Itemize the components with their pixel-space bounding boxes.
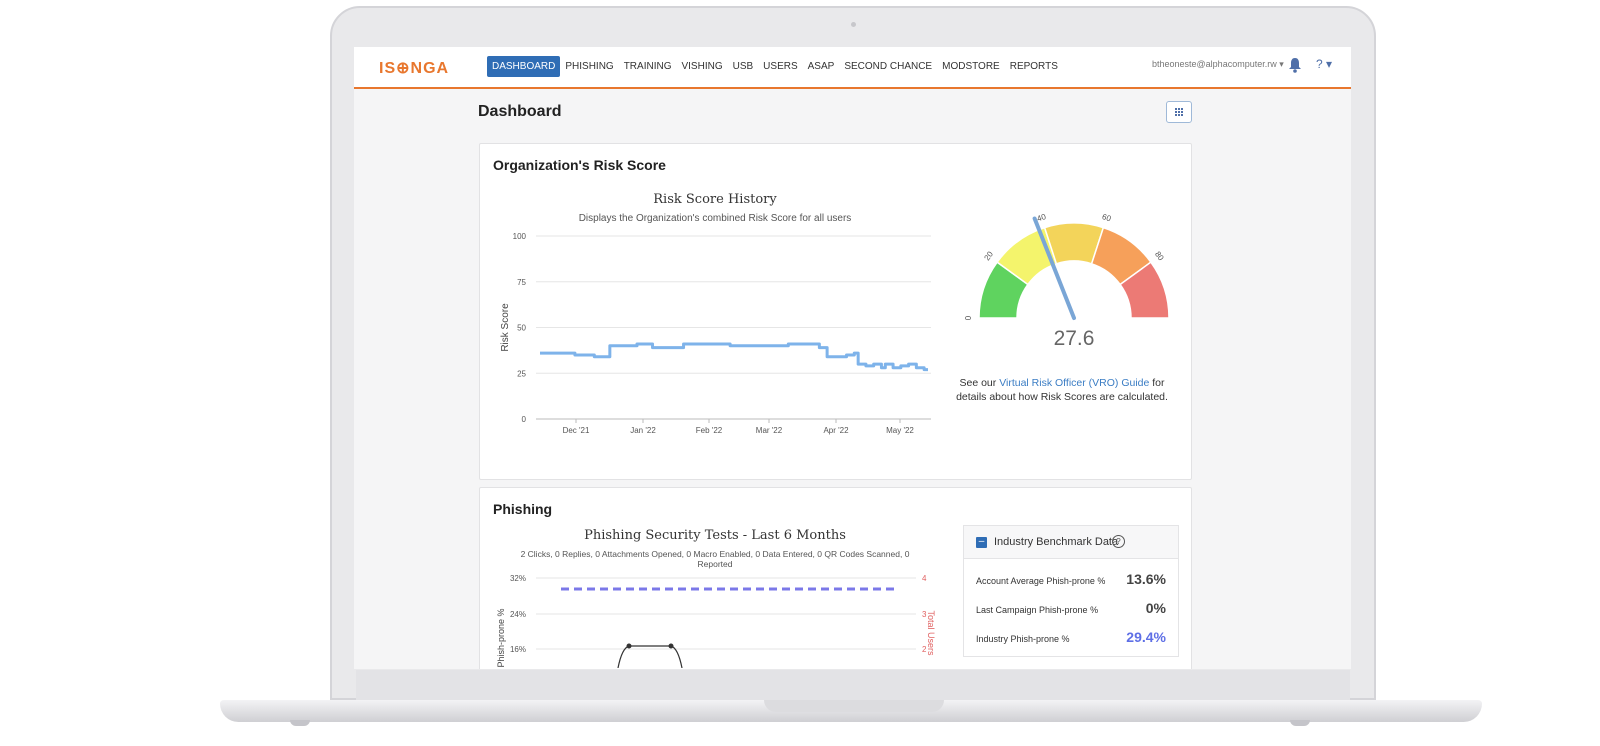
y-axis-label: Risk Score: [500, 303, 511, 352]
risk-score-card: Organization's Risk Score Risk Score His…: [479, 143, 1192, 480]
data-point: [626, 643, 632, 649]
benchmark-row: Industry Phish-prone % 29.4%: [976, 629, 1166, 649]
gauge-tick-label: 80: [1153, 250, 1166, 263]
phishing-chart-subtitle: 2 Clicks, 0 Replies, 0 Attachments Opene…: [520, 549, 910, 569]
risk-score-gauge: 02040608010027.6: [964, 212, 1176, 350]
industry-benchmark-panel: – Industry Benchmark Data ? Account Aver…: [963, 525, 1179, 657]
vro-guide-link[interactable]: Virtual Risk Officer (VRO) Guide: [999, 377, 1149, 389]
benchmark-value: 0%: [1145, 600, 1166, 616]
phishing-card-title: Phishing: [493, 501, 553, 517]
benchmark-header[interactable]: – Industry Benchmark Data ?: [964, 526, 1178, 559]
top-navbar: IS⊕NGA DASHBOARD PHISHING TRAINING VISHING U…: [354, 47, 1351, 89]
y-tick-label: 24%: [510, 610, 526, 619]
grid-icon: [1175, 108, 1183, 116]
x-tick-label: Apr '22: [823, 426, 849, 435]
nav-item-phishing[interactable]: PHISHING: [560, 56, 618, 77]
gauge-tick-label: 100: [1175, 311, 1176, 325]
app-screen: IS⊕NGA DASHBOARD PHISHING TRAINING VISHING U…: [354, 47, 1351, 669]
main-nav: DASHBOARD PHISHING TRAINING VISHING USB USERS…: [487, 56, 1063, 77]
risk-chart-subtitle: Displays the Organization's combined Ris…: [578, 213, 852, 224]
logo[interactable]: IS⊕NGA: [379, 58, 449, 78]
user-menu[interactable]: btheoneste@alphacomputer.rw ▾: [1152, 59, 1284, 70]
nav-item-modstore[interactable]: MODSTORE: [937, 56, 1005, 77]
benchmark-value: 29.4%: [1126, 629, 1166, 645]
collapse-icon[interactable]: –: [976, 537, 987, 548]
phishing-tests-chart: 32%24%16%432Phish-prone % Total Users: [496, 574, 936, 668]
y-tick-label: 0: [522, 415, 527, 424]
benchmark-row: Account Average Phish-prone % 13.6%: [976, 571, 1166, 591]
y-axis-label: Phish-prone %: [496, 608, 506, 667]
nav-item-training[interactable]: TRAINING: [619, 56, 677, 77]
data-point: [668, 643, 674, 649]
nav-item-second-chance[interactable]: SECOND CHANCE: [839, 56, 937, 77]
x-tick-label: Dec '21: [563, 426, 590, 435]
nav-item-dashboard[interactable]: DASHBOARD: [487, 56, 561, 77]
nav-item-asap[interactable]: ASAP: [803, 56, 840, 77]
y2-tick-label: 4: [922, 574, 927, 583]
benchmark-label: Account Average Phish-prone %: [976, 576, 1106, 586]
y-tick-label: 100: [513, 232, 527, 241]
nav-item-users[interactable]: USERS: [758, 56, 802, 77]
help-icon[interactable]: ?: [1112, 535, 1125, 548]
x-tick-label: Mar '22: [756, 426, 783, 435]
laptop-notch: [764, 700, 944, 712]
risk-series-line: [540, 342, 928, 372]
vro-guide-text: See our Virtual Risk Officer (VRO) Guide…: [956, 376, 1168, 404]
nav-item-vishing[interactable]: VISHING: [676, 56, 727, 77]
y-tick-label: 75: [517, 278, 526, 287]
nav-item-usb[interactable]: USB: [728, 56, 759, 77]
x-tick-label: Feb '22: [696, 426, 723, 435]
laptop-bezel: [356, 670, 1350, 700]
benchmark-value: 13.6%: [1126, 571, 1166, 587]
laptop-foot: [290, 720, 310, 726]
risk-card-title: Organization's Risk Score: [493, 157, 666, 173]
x-tick-label: Jan '22: [630, 426, 656, 435]
help-menu-icon[interactable]: ? ▾: [1316, 57, 1332, 71]
risk-chart-title: Risk Score History: [653, 192, 777, 207]
x-tick-label: May '22: [886, 426, 914, 435]
camera-icon: [851, 22, 856, 27]
benchmark-title: Industry Benchmark Data: [994, 536, 1119, 548]
y-tick-label: 25: [517, 369, 526, 378]
y-tick-label: 50: [517, 324, 526, 333]
y2-axis-label: Total Users: [926, 610, 936, 656]
bell-icon[interactable]: [1288, 57, 1302, 73]
y-tick-label: 32%: [510, 574, 526, 583]
benchmark-label: Industry Phish-prone %: [976, 634, 1070, 644]
phishing-card: Phishing Phishing Security Tests - Last …: [479, 487, 1192, 669]
y-tick-label: 16%: [510, 645, 526, 654]
gauge-tick-label: 20: [982, 249, 995, 262]
gauge-tick-label: 60: [1101, 212, 1113, 223]
layout-toggle-button[interactable]: [1166, 101, 1192, 123]
laptop-foot: [1290, 720, 1310, 726]
gauge-score-value: 27.6: [1054, 327, 1095, 350]
benchmark-row: Last Campaign Phish-prone % 0%: [976, 600, 1166, 620]
nav-item-reports[interactable]: REPORTS: [1005, 56, 1063, 77]
risk-score-history-chart: 0 25 50 75 100 Risk Score Dec '21 Jan '22 Feb '2…: [500, 232, 931, 435]
page-title: Dashboard: [478, 103, 562, 120]
benchmark-label: Last Campaign Phish-prone %: [976, 605, 1099, 615]
guide-pre: See our: [959, 377, 1000, 389]
phishing-chart-title: Phishing Security Tests - Last 6 Months: [584, 528, 846, 543]
gauge-tick-label: 0: [964, 315, 973, 320]
